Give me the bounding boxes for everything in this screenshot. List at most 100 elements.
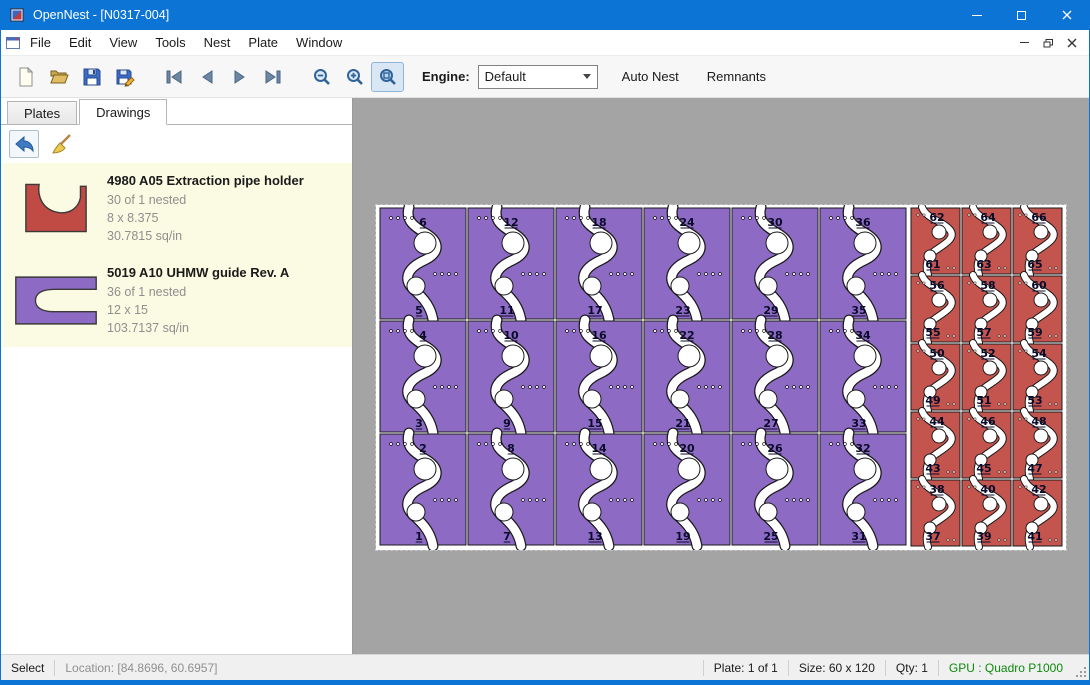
nested-part-pair[interactable]: 65 [380,207,466,320]
auto-nest-button[interactable]: Auto Nest [618,63,683,90]
window-bottom-border [1,680,1089,685]
nested-part-pair[interactable]: 2625 [732,433,818,546]
svg-text:3: 3 [415,417,423,430]
open-button[interactable] [42,62,75,92]
nested-part-pair[interactable]: 6665 [1013,207,1062,275]
nested-part-pair[interactable]: 4847 [1013,411,1062,479]
mdi-restore-button[interactable] [1037,33,1059,53]
svg-text:58: 58 [980,279,995,292]
nested-part-pair[interactable]: 38 37 [911,479,960,547]
svg-text:49: 49 [925,394,940,407]
svg-text:62: 62 [929,211,944,224]
svg-text:5: 5 [415,304,423,317]
mdi-restore-icon [1042,37,1054,49]
nested-part-pair[interactable]: 5655 [911,275,960,343]
nested-part-pair[interactable]: 4241 [1013,479,1062,547]
nested-part-pair[interactable]: 2827 [732,320,818,433]
mdi-minimize-button[interactable] [1013,33,1035,53]
engine-select[interactable]: Default [478,65,598,89]
nested-part-pair[interactable]: 21 [380,433,466,546]
nest-svg[interactable]: 6512111817242330293635431091615222128273… [376,205,1066,550]
minimize-button[interactable] [954,0,999,30]
menu-item-edit[interactable]: Edit [60,31,100,54]
svg-text:61: 61 [925,258,940,271]
nested-part-pair[interactable]: 6463 [962,207,1011,275]
caption-buttons [954,0,1089,30]
nested-part-pair[interactable]: 58 57 [962,275,1011,343]
first-plate-button[interactable] [157,62,190,92]
mdi-close-button[interactable] [1061,33,1083,53]
svg-text:32: 32 [855,442,870,455]
last-arrow-icon [264,69,282,85]
svg-text:37: 37 [925,530,940,543]
menu-item-plate[interactable]: Plate [239,31,287,54]
nested-part-pair[interactable]: 3635 [820,207,906,320]
save-button[interactable] [75,62,108,92]
svg-text:51: 51 [976,394,991,407]
return-part-button[interactable] [9,130,39,158]
last-plate-button[interactable] [256,62,289,92]
chevron-down-icon [583,74,591,79]
app-window: OpenNest - [N0317-004] FileEditViewTools… [0,0,1090,685]
tab-drawings[interactable]: Drawings [79,99,167,125]
nested-part-pair[interactable]: 3231 [820,433,906,546]
nested-part-pair[interactable]: 62 61 [911,207,960,275]
nested-part-pair[interactable]: 43 [380,320,466,433]
svg-text:39: 39 [976,530,991,543]
new-button[interactable] [9,62,42,92]
nested-part-pair[interactable]: 1413 [556,433,642,546]
nested-part-pair[interactable]: 52 51 [962,343,1011,411]
nested-part-pair[interactable]: 2221 [644,320,730,433]
previous-plate-button[interactable] [190,62,223,92]
menu-item-tools[interactable]: Tools [146,31,194,54]
nested-part-pair[interactable]: 2019 [644,433,730,546]
clear-parts-button[interactable] [47,130,77,158]
nested-part-pair[interactable]: 87 [468,433,554,546]
menu-item-nest[interactable]: Nest [195,31,240,54]
svg-text:57: 57 [976,326,991,339]
nested-part-pair[interactable]: 3029 [732,207,818,320]
nested-part-pair[interactable]: 4039 [962,479,1011,547]
nested-part-pair[interactable]: 5049 [911,343,960,411]
remnants-button[interactable]: Remnants [703,63,770,90]
nested-part-pair[interactable]: 6059 [1013,275,1062,343]
mdi-controls [1013,33,1083,53]
nested-part-pair[interactable]: 3433 [820,320,906,433]
nested-part-pair[interactable]: 5453 [1013,343,1062,411]
nested-part-pair[interactable]: 4443 [911,411,960,479]
menu-item-view[interactable]: View [100,31,146,54]
nested-part-pair[interactable]: 1615 [556,320,642,433]
drawing-item[interactable]: 5019 A10 UHMW guide Rev. A36 of 1 nested… [1,255,352,347]
drawing-item[interactable]: 4980 A05 Extraction pipe holder30 of 1 n… [1,163,352,255]
svg-text:19: 19 [675,530,690,543]
svg-text:34: 34 [855,329,871,342]
nested-part-pair[interactable]: 1817 [556,207,642,320]
status-mode: Select [1,661,54,675]
nested-part-pair[interactable]: 2423 [644,207,730,320]
zoom-in-button[interactable] [338,62,371,92]
maximize-button[interactable] [999,0,1044,30]
menu-item-window[interactable]: Window [287,31,351,54]
nest-canvas[interactable]: 6512111817242330293635431091615222128273… [353,98,1089,654]
nested-part-pair[interactable]: 1211 [468,207,554,320]
svg-text:4: 4 [419,329,427,342]
svg-text:38: 38 [929,483,944,496]
close-button[interactable] [1044,0,1089,30]
svg-text:52: 52 [980,347,995,360]
nested-part-pair[interactable]: 4645 [962,411,1011,479]
zoom-fit-button[interactable] [371,62,404,92]
resize-grip[interactable] [1075,666,1087,678]
next-plate-button[interactable] [223,62,256,92]
svg-text:24: 24 [679,216,695,229]
svg-text:20: 20 [679,442,695,455]
nested-part-pair[interactable]: 109 [468,320,554,433]
zoom-out-button[interactable] [305,62,338,92]
status-gpu: GPU : Quadro P1000 [939,661,1073,675]
new-file-icon [16,67,36,87]
svg-text:7: 7 [503,530,511,543]
tab-plates[interactable]: Plates [7,101,77,124]
svg-text:43: 43 [925,462,940,475]
minimize-icon [972,15,982,16]
menu-item-file[interactable]: File [21,31,60,54]
save-as-button[interactable] [108,62,141,92]
